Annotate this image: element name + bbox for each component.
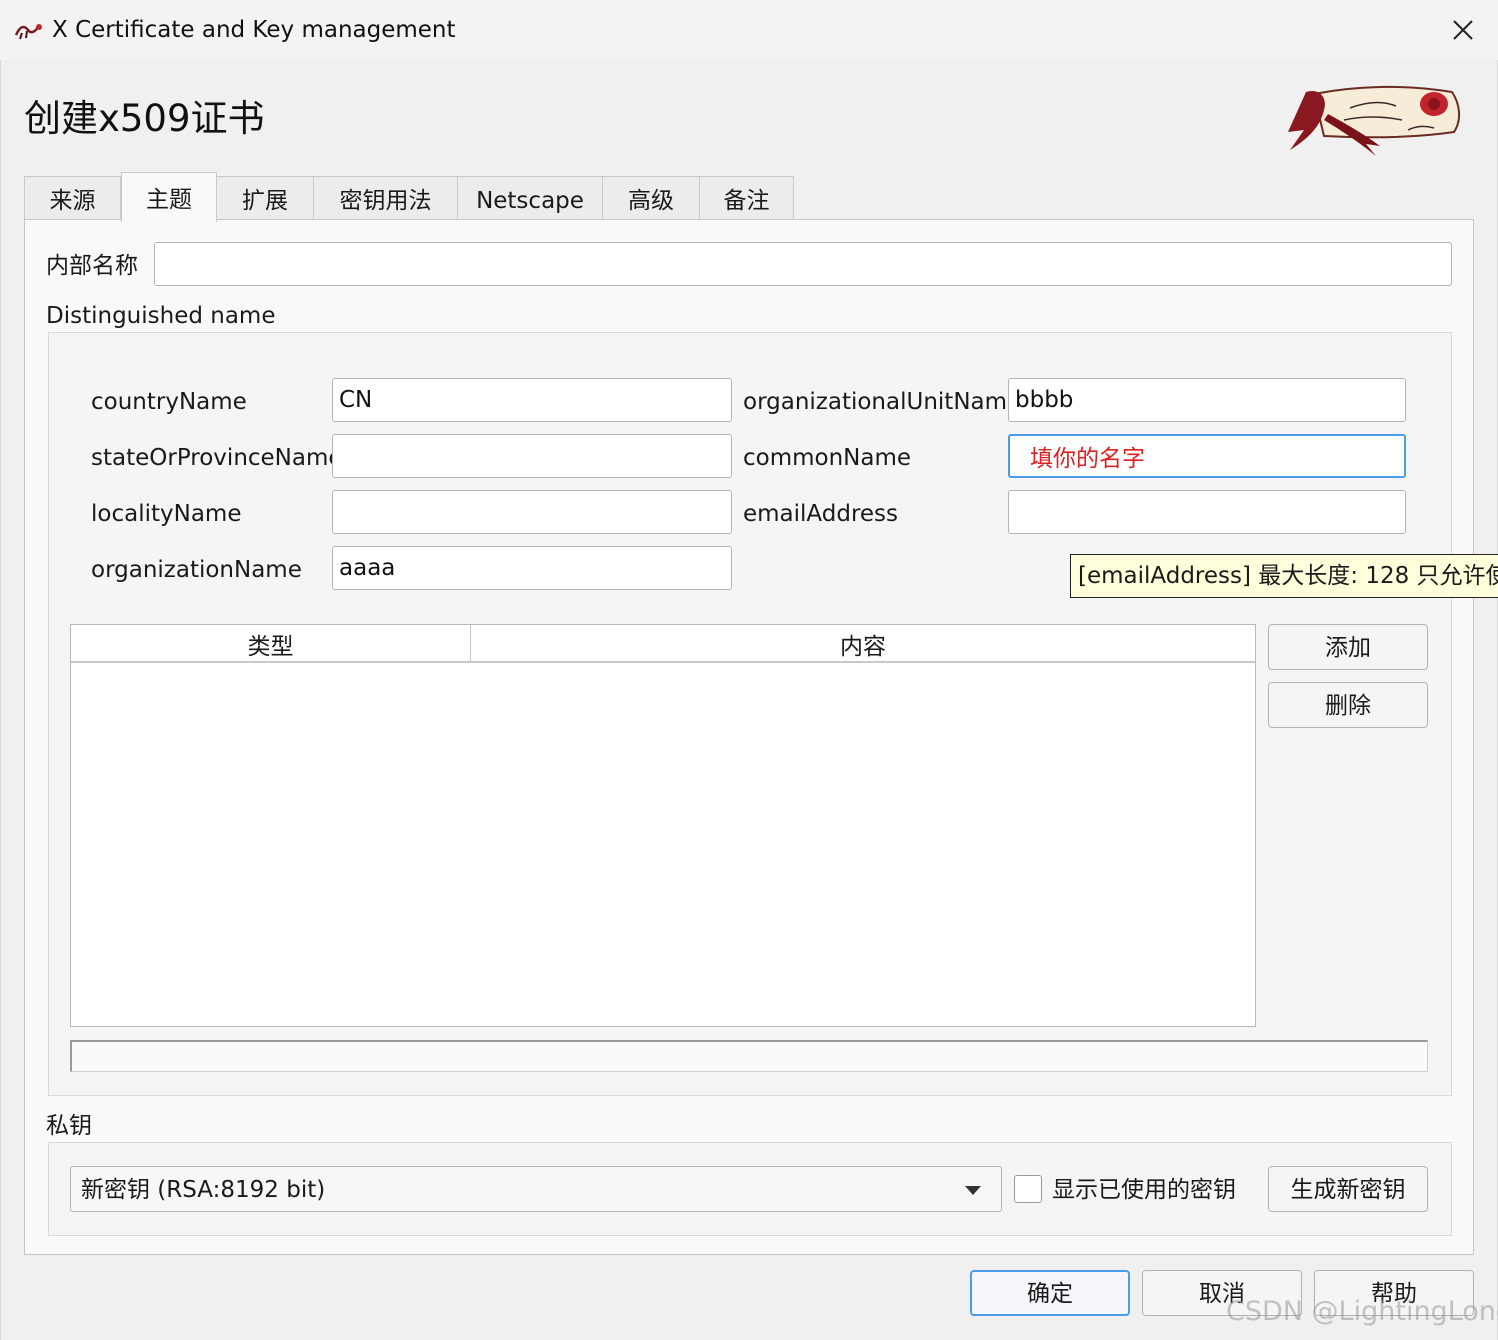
organization-label: organizationName [91, 557, 302, 583]
tab-extensions[interactable]: 扩展 [216, 176, 314, 220]
ok-button[interactable]: 确定 [970, 1270, 1130, 1316]
chevron-down-icon [965, 1186, 981, 1195]
show-used-keys-label[interactable]: 显示已使用的密钥 [1052, 1174, 1236, 1206]
country-name-input[interactable] [332, 378, 732, 422]
close-button[interactable] [1436, 8, 1490, 52]
country-name-label: countryName [91, 389, 247, 415]
email-label: emailAddress [743, 501, 899, 527]
column-header-content[interactable]: 内容 [471, 625, 1255, 663]
email-tooltip: [emailAddress] 最大长度: 128 只允许使 [1070, 554, 1498, 598]
xca-scroll-logo [1288, 85, 1460, 156]
xca-app-icon [14, 24, 42, 40]
private-key-select[interactable]: 新密钥 (RSA:8192 bit) [70, 1166, 1002, 1212]
internal-name-label: 内部名称 [46, 253, 138, 279]
private-key-title: 私钥 [46, 1113, 92, 1139]
close-icon [1453, 20, 1473, 40]
dn-status-field [70, 1040, 1428, 1072]
common-name-input[interactable] [1008, 434, 1406, 478]
tab-netscape[interactable]: Netscape [457, 176, 603, 220]
internal-name-input[interactable] [154, 242, 1452, 286]
tab-comment[interactable]: 备注 [699, 176, 794, 220]
csdn-watermark: CSDN @LightingLong [1226, 1296, 1498, 1327]
tab-advanced[interactable]: 高级 [602, 176, 700, 220]
show-used-keys-checkbox[interactable] [1014, 1175, 1042, 1203]
column-header-type[interactable]: 类型 [71, 625, 471, 663]
locality-label: localityName [91, 501, 242, 527]
delete-button[interactable]: 删除 [1268, 682, 1428, 728]
dn-entries-table[interactable]: 类型 内容 [70, 624, 1256, 1027]
tab-key-usage[interactable]: 密钥用法 [313, 176, 458, 220]
org-unit-input[interactable] [1008, 378, 1406, 422]
locality-input[interactable] [332, 490, 732, 534]
tab-source[interactable]: 来源 [24, 176, 121, 220]
window-titlebar: X Certificate and Key management [0, 0, 1498, 60]
org-unit-label: organizationalUnitName [743, 389, 1022, 415]
private-key-selected: 新密钥 (RSA:8192 bit) [81, 1177, 326, 1203]
window-title: X Certificate and Key management [52, 17, 456, 43]
generate-key-button[interactable]: 生成新密钥 [1268, 1166, 1428, 1212]
distinguished-name-title: Distinguished name [46, 303, 276, 329]
tab-subject[interactable]: 主题 [121, 172, 217, 222]
common-name-label: commonName [743, 445, 912, 471]
email-input[interactable] [1008, 490, 1406, 534]
state-input[interactable] [332, 434, 732, 478]
state-label: stateOrProvinceName [91, 445, 343, 471]
add-button[interactable]: 添加 [1268, 624, 1428, 670]
page-title: 创建x509证书 [24, 97, 265, 140]
organization-input[interactable] [332, 546, 732, 590]
